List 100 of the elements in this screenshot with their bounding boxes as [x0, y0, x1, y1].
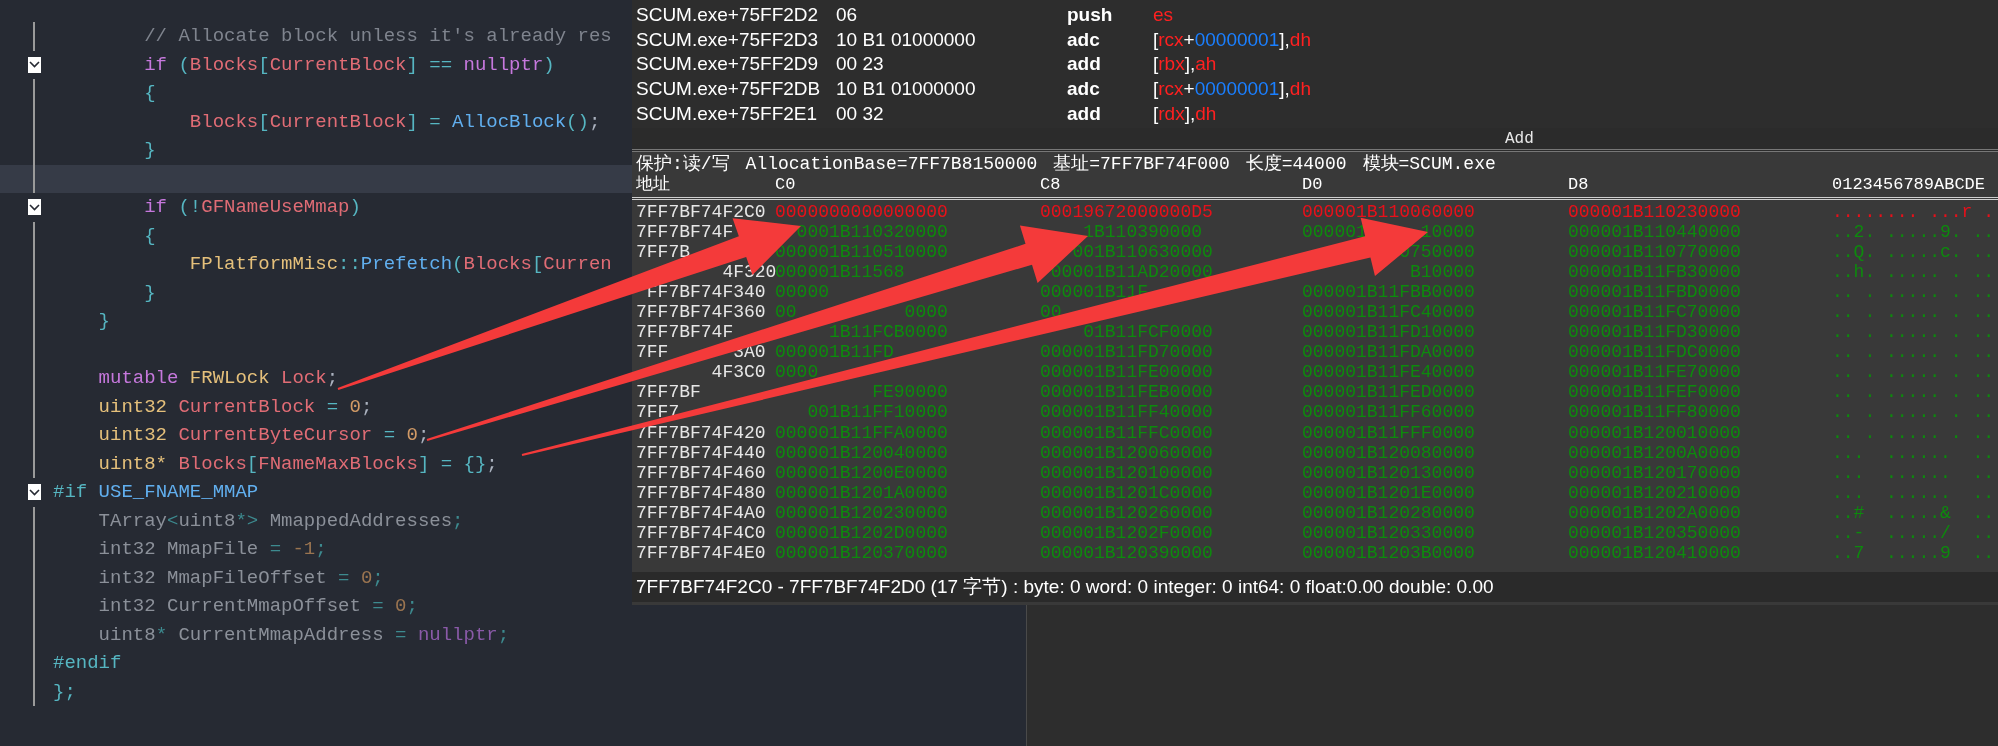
hex-cell: 000001B1202A0000 — [1568, 502, 1741, 523]
code-line: }; — [53, 679, 76, 705]
hex-cell: 000001B1202F0000 — [1040, 523, 1213, 544]
address-cell: 7FF7BF74F480 — [636, 482, 766, 503]
hex-cell: 000001B11FF80000 — [1568, 402, 1741, 423]
code-line: if (!GFNameUseMmap) — [143, 195, 361, 221]
hex-cell: 000001B110770000 — [1568, 241, 1741, 262]
hex-cell-text: FE90000 — [871, 382, 948, 403]
hex-cell: 000001B120060000 — [1040, 442, 1213, 463]
instruction-address: SCUM.exe+75FF2D2 — [636, 4, 820, 27]
ascii-cell: .. . ..... . .. — [1832, 302, 1995, 322]
hex-cell: 000001B11FE40000 — [1302, 362, 1475, 383]
caret-icon — [29, 488, 40, 496]
code-line: } — [97, 309, 110, 335]
instruction-operands: es — [1153, 4, 1174, 27]
hex-cell: 000001B11FFC0000 — [1040, 422, 1213, 443]
hex-cell: 000001B11FFF0000 — [1302, 422, 1475, 443]
ascii-cell: ... ...... .. — [1832, 482, 1995, 503]
hex-cell-text: 1B11FCB0000 — [828, 322, 948, 343]
hex-cell: 000001B120330000 — [1302, 523, 1475, 544]
memory-info-text: AllocationBase=7FF7B8150000 — [745, 153, 1038, 176]
hex-cell: 000001B120170000 — [1568, 462, 1741, 483]
instruction-address: SCUM.exe+75FF2DB — [636, 78, 822, 101]
hex-cell: 000001B11FBD0000 — [1568, 281, 1741, 302]
memory-info-text: 基址=7FF7BF74F000 — [1053, 153, 1230, 176]
hex-cell: 0000000000000000 — [775, 201, 948, 222]
code-line: if (Blocks[CurrentBlock] == nullptr) — [143, 52, 555, 78]
instruction-address: SCUM.exe+75FF2E1 — [636, 102, 819, 125]
hex-cell: 000001B11FD — [775, 342, 894, 363]
instruction-operands: [rdx],dh — [1153, 102, 1217, 125]
code-line: { — [143, 223, 156, 249]
code-line: uint32 CurrentByteCursor = 0; — [97, 423, 430, 449]
ascii-cell: ... ...... .. — [1832, 442, 1995, 463]
ascii-cell: ........ ...r . — [1832, 201, 1995, 222]
ascii-cell: .. . ..... . .. — [1832, 362, 1995, 383]
instruction-bytes: 10 B1 01000000 — [836, 28, 977, 51]
code-line: uint8* CurrentMmapAddress = nullptr; — [97, 622, 510, 648]
hex-cell: 0000 — [775, 362, 819, 383]
address-cell: 7FF7BF74F — [636, 221, 734, 242]
hex-cell-text: 0001B110320000 — [795, 221, 948, 242]
hex-cell: 000001B11FBB0000 — [1302, 281, 1475, 302]
code-line: uint8* Blocks[FNameMaxBlocks] = {}; — [97, 451, 498, 477]
hex-cell: 000001B120230000 — [775, 502, 948, 523]
hex-cell: 000001B11FC40000 — [1302, 302, 1475, 322]
hex-cell: 000001B11FEF0000 — [1568, 382, 1741, 403]
hex-cell: 000001B11FDC0000 — [1568, 342, 1741, 363]
address-cell: 7FF7B — [636, 241, 690, 262]
instruction-mnemonic: add — [1067, 53, 1102, 76]
address-cell: 7FF7BF74F360 — [636, 302, 766, 322]
hex-cell: 000001B11FD30000 — [1568, 322, 1741, 343]
fold-toggle[interactable] — [28, 56, 41, 73]
column-header: 地址 — [636, 174, 670, 194]
code-line: #endif — [53, 651, 122, 677]
status-text: 7FF7BF74F2C0 - 7FF7BF74F2D0 (17 字节) : byte: 0 word: 0 integer: 0 int64: 0 float:0.00 double: 0.00 — [636, 574, 1494, 599]
hex-cell: 00000 — [775, 281, 829, 302]
instruction-bytes: 00 23 — [836, 53, 885, 76]
hex-cell: 000001B11FB30000 — [1568, 261, 1741, 282]
code-line: { — [143, 81, 156, 107]
hex-cell: 000001B120010000 — [1568, 422, 1741, 443]
hex-cell: 000001B1201A0000 — [775, 482, 948, 503]
code-line: FPlatformMisc::Prefetch(Blocks[Curren — [188, 252, 612, 278]
hex-cell: 000001B110510000 — [775, 241, 948, 262]
hex-cell: 000001B120210000 — [1568, 482, 1741, 503]
ascii-cell: ..- ...../ .. — [1832, 523, 1995, 544]
code-line: #if USE_FNAME_MMAP — [53, 480, 259, 506]
address-cell: 7FF7BF74F2C0 — [636, 201, 766, 222]
hex-cell: 000001B11FE00000 — [1040, 362, 1213, 383]
hex-cell: 000001B1201C0000 — [1040, 482, 1213, 503]
caret-icon — [29, 61, 40, 68]
code-line: int32 CurrentMmapOffset = 0; — [97, 594, 418, 620]
hex-cell: 000001B120280000 — [1302, 502, 1475, 523]
fold-toggle[interactable] — [28, 484, 41, 500]
ascii-cell: .. . ..... . .. — [1832, 322, 1995, 343]
hex-cell: 000001B110060000 — [1302, 201, 1475, 222]
code-line: // Allocate block unless it's already res — [143, 24, 612, 50]
instruction-bytes: 00 32 — [836, 102, 885, 125]
address-cell: 7FF7BF74F — [636, 322, 734, 343]
hex-cell-text: 001B11FF10000 — [806, 402, 948, 423]
hex-cell: 000001B11FD70000 — [1040, 342, 1213, 363]
hex-cell: 000001B1200A0000 — [1568, 442, 1741, 463]
hex-cell: 000001B11568 — [775, 261, 905, 282]
code-line: int32 MmapFileOffset = 0; — [97, 565, 384, 591]
hex-cell: 000001B11FC70000 — [1568, 302, 1741, 322]
ascii-cell: .. . ..... . .. — [1832, 342, 1995, 363]
window-title: Add — [1505, 128, 1534, 150]
ascii-cell: ..h. ..... . .. — [1832, 261, 1995, 282]
hex-cell: 000001B11FFA0000 — [775, 422, 948, 443]
memory-info-text: 保护:读/写 — [636, 153, 730, 175]
hex-cell-text: 001B110630000 — [1071, 241, 1213, 262]
fold-toggle[interactable] — [28, 199, 41, 215]
hex-cell: 000001B11F — [1040, 281, 1149, 302]
ascii-cell: .. . ..... . .. — [1832, 281, 1995, 302]
ascii-cell: .. . ..... . .. — [1832, 422, 1995, 443]
ascii-cell: ..2. .....9. .. — [1832, 221, 1995, 242]
memory-info-text: 长度=44000 — [1245, 153, 1347, 176]
column-header: D0 — [1302, 174, 1323, 194]
hex-cell: 000001B120100000 — [1040, 462, 1213, 483]
hex-cell: 000001B110440000 — [1568, 221, 1741, 242]
address-cell: 7FF7BF — [636, 382, 701, 403]
ascii-cell: .. . ..... . .. — [1832, 402, 1995, 423]
